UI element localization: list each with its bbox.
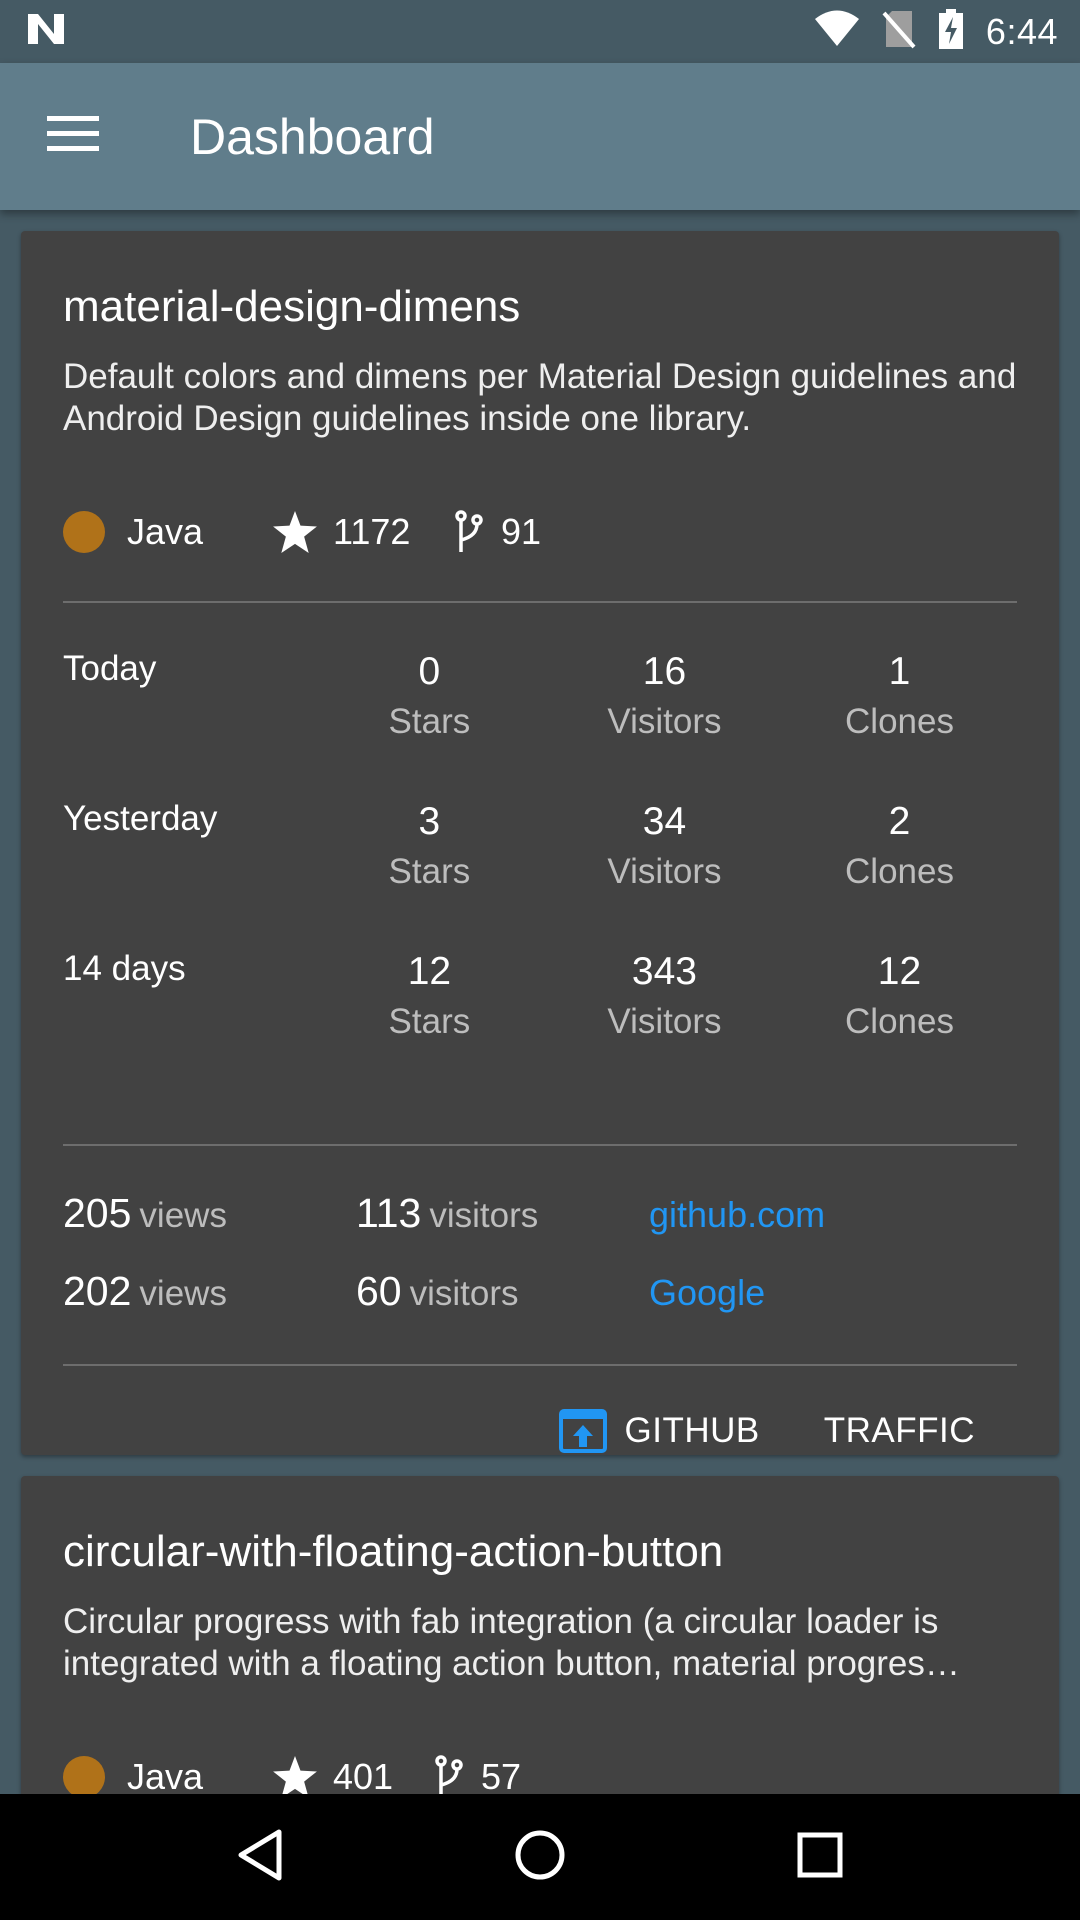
open-in-browser-icon [558, 1409, 607, 1454]
status-bar: 6:44 [0, 0, 1080, 63]
visitors-unit: Visitors [607, 852, 722, 892]
views-value: 205 [63, 1190, 132, 1237]
star-icon [273, 511, 317, 554]
clones-unit: Clones [845, 1002, 954, 1042]
clones-value: 12 [877, 950, 922, 994]
stars-value: 3 [418, 800, 441, 844]
stats-row-label: 14 days [63, 949, 186, 989]
stats-row-yesterday: Yesterday 3 Stars 34 Visitors 2 Clones [63, 799, 1017, 949]
clones-value: 1 [888, 650, 911, 694]
stats-row-14-days: 14 days 12 Stars 343 Visitors 12 Clones [63, 949, 1017, 1099]
visitors-unit: Visitors [607, 702, 722, 742]
fork-count: 57 [481, 1756, 522, 1794]
referrers-list: 205 views 113 visitors github.com 202 views… [63, 1146, 1017, 1346]
visitors-value: 16 [642, 650, 687, 694]
traffic-button-label: TRAFFIC [823, 1411, 975, 1451]
visitors-value: 34 [642, 800, 687, 844]
traffic-stats: Today 0 Stars 16 Visitors 1 Clones Yesterda… [63, 649, 1017, 1099]
star-icon [273, 1756, 317, 1794]
views-unit: views [139, 1196, 227, 1236]
fork-icon [453, 510, 485, 554]
recents-button[interactable] [760, 1797, 880, 1917]
visitors-value: 343 [631, 950, 697, 994]
views-unit: views [139, 1274, 227, 1314]
referrer-row: 202 views 60 visitors Google [63, 1268, 1017, 1346]
fork-icon [433, 1755, 465, 1794]
repo-description: Default colors and dimens per Material D… [63, 356, 1017, 439]
back-icon [237, 1829, 283, 1886]
clones-unit: Clones [845, 852, 954, 892]
repo-card[interactable]: material-design-dimens Default colors an… [21, 231, 1059, 1455]
recents-icon [797, 1832, 843, 1883]
visitors-unit: Visitors [607, 1002, 722, 1042]
app-bar: Dashboard [0, 63, 1080, 210]
page-title: Dashboard [190, 108, 435, 165]
repo-meta: Java 401 57 [63, 1754, 1017, 1794]
referrer-link[interactable]: github.com [649, 1194, 825, 1236]
wifi-icon [814, 10, 860, 53]
visitors-value: 60 [356, 1268, 402, 1315]
stars-unit: Stars [388, 1002, 471, 1042]
star-count: 401 [333, 1756, 394, 1794]
visitors-unit: visitors [429, 1196, 539, 1236]
language-label: Java [127, 511, 204, 553]
github-button[interactable]: GITHUB [558, 1409, 760, 1454]
repo-list[interactable]: material-design-dimens Default colors an… [0, 210, 1080, 1794]
stars-unit: Stars [388, 852, 471, 892]
stars-value: 12 [407, 950, 452, 994]
home-icon [514, 1829, 566, 1886]
clones-unit: Clones [845, 702, 954, 742]
referrer-row: 205 views 113 visitors github.com [63, 1190, 1017, 1268]
language-label: Java [127, 1756, 204, 1794]
repo-meta: Java 1172 91 [63, 509, 1017, 555]
clock: 6:44 [985, 10, 1058, 52]
views-value: 202 [63, 1268, 132, 1315]
stars-value: 0 [418, 650, 441, 694]
menu-button[interactable] [0, 63, 146, 210]
github-button-label: GITHUB [624, 1411, 760, 1451]
traffic-button[interactable]: TRAFFIC [824, 1411, 975, 1451]
visitors-unit: visitors [409, 1274, 519, 1314]
n-logo-icon [26, 12, 66, 51]
language-dot-icon [63, 1756, 105, 1794]
repo-description: Circular progress with fab integration (… [63, 1601, 960, 1684]
referrer-link[interactable]: Google [649, 1272, 765, 1314]
star-count: 1172 [333, 511, 411, 553]
fork-count: 91 [501, 511, 542, 553]
no-sim-icon [882, 9, 916, 54]
repo-name: circular-with-floating-action-button [63, 1527, 724, 1576]
back-button[interactable] [200, 1797, 320, 1917]
repo-name: material-design-dimens [63, 282, 521, 331]
stats-row-today: Today 0 Stars 16 Visitors 1 Clones [63, 649, 1017, 799]
repo-card[interactable]: circular-with-floating-action-button Cir… [21, 1476, 1059, 1794]
stats-row-label: Today [63, 649, 157, 689]
home-button[interactable] [480, 1797, 600, 1917]
language-dot-icon [63, 511, 105, 554]
stats-row-label: Yesterday [63, 799, 218, 839]
clones-value: 2 [888, 800, 911, 844]
visitors-value: 113 [356, 1190, 422, 1237]
battery-charging-icon [938, 9, 964, 54]
hamburger-menu-icon [47, 116, 99, 157]
navigation-bar [0, 1794, 1080, 1920]
stars-unit: Stars [388, 702, 471, 742]
divider [63, 601, 1017, 604]
